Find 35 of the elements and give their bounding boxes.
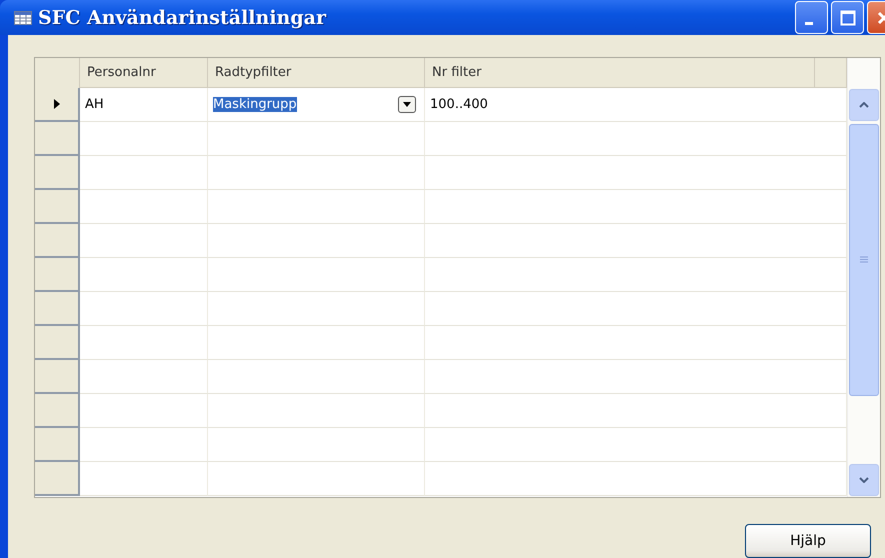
row-selector[interactable] [35,190,80,224]
row-selector[interactable] [35,292,80,326]
table-icon [14,10,32,24]
maximize-icon [840,10,856,26]
row-selector[interactable] [35,326,80,360]
caret-icon [403,102,411,107]
cell-text: 100..400 [430,97,488,112]
row-selector[interactable] [35,224,80,258]
grip-icon [860,256,868,264]
cell-text: AH [85,97,104,112]
scroll-up-button[interactable] [849,89,879,121]
minimize-button[interactable] [795,1,828,34]
window-title: SFC Användarinställningar [38,6,328,28]
current-row-icon [54,99,60,109]
scroll-thumb[interactable] [849,124,879,396]
row-selector[interactable] [35,88,80,122]
scroll-down-button[interactable] [849,464,879,496]
row-selector[interactable] [35,156,80,190]
minimize-icon [804,22,812,25]
row-selector[interactable] [35,428,80,462]
dropdown-button[interactable] [398,96,416,113]
maximize-button[interactable] [831,1,864,34]
column-header[interactable]: Radtypfilter [208,58,425,88]
row-selector[interactable] [35,360,80,394]
row-selector[interactable] [35,122,80,156]
chevron-down-icon [859,477,869,483]
column-header[interactable]: Personalnr [80,58,208,88]
cell-text: Maskingrupp [213,97,297,112]
vertical-scrollbar[interactable] [847,58,880,497]
column-header[interactable]: Nr filter [425,58,815,88]
chevron-up-icon [859,102,869,108]
row-selector[interactable] [35,394,80,428]
row-selector[interactable] [35,462,80,496]
row-selector[interactable] [35,258,80,292]
help-button[interactable]: Hjälp [745,524,871,558]
